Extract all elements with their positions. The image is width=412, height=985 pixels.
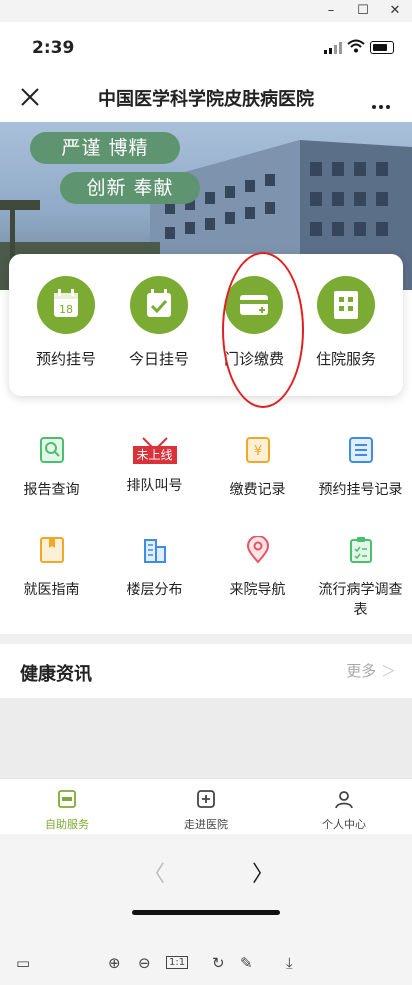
guide-book-icon <box>39 537 64 563</box>
wifi-icon <box>347 39 365 53</box>
news-more-label: 更多 <box>346 662 377 680</box>
close-window-icon[interactable]: ✕ <box>386 2 404 20</box>
medical-guide-button[interactable]: 就医指南 <box>0 536 103 600</box>
epidemiology-survey-button[interactable]: 流行病学调查表 <box>309 536 412 620</box>
report-query-button[interactable]: 报告查询 <box>0 436 103 500</box>
inpatient-service-button[interactable]: 住院服务 <box>301 276 391 369</box>
inpatient-service-label: 住院服务 <box>315 350 376 368</box>
zoom-out-icon[interactable]: ⊖ <box>138 954 151 972</box>
close-icon[interactable] <box>18 85 42 109</box>
svg-text:¥: ¥ <box>253 444 261 459</box>
news-content-area <box>0 698 412 778</box>
layout-icon[interactable]: ▭ <box>16 954 30 972</box>
tab-personal-center[interactable]: 个人中心 <box>294 789 394 832</box>
appointment-button[interactable]: 18 预约挂号 <box>21 276 111 369</box>
rotate-icon[interactable]: ↻ <box>212 954 225 972</box>
user-icon <box>335 791 353 809</box>
page-title: 中国医学科学院皮肤病医院 <box>98 89 314 110</box>
search-report-icon <box>39 437 64 463</box>
calendar-18-icon: 18 <box>37 276 95 334</box>
hospital-navigation-label: 来院导航 <box>229 582 286 598</box>
back-icon[interactable]: 〈 <box>143 856 165 888</box>
status-time: 2:39 <box>32 38 75 58</box>
epidemiology-survey-label: 流行病学调查表 <box>318 582 403 618</box>
today-register-button[interactable]: 今日挂号 <box>114 276 204 369</box>
payment-record-button[interactable]: ¥ 缴费记录 <box>206 436 309 500</box>
queue-call-label: 排队叫号 <box>126 478 183 494</box>
appointment-label: 预约挂号 <box>35 350 96 368</box>
floor-plan-button[interactable]: 楼层分布 <box>103 536 206 600</box>
news-more-link[interactable]: 更多 ＞ <box>346 660 396 681</box>
status-bar: 2:39 <box>0 22 412 72</box>
queue-call-button[interactable]: 未上线 排队叫号 <box>103 436 206 496</box>
slogan-1: 严谨 博精 <box>30 132 180 164</box>
zoom-in-icon[interactable]: ⊕ <box>108 954 121 972</box>
maximize-icon[interactable]: ☐ <box>354 2 372 20</box>
download-icon[interactable]: ⤓ <box>286 954 293 972</box>
forward-icon[interactable]: 〉 <box>252 856 274 888</box>
not-online-badge: 未上线 <box>132 446 177 464</box>
report-query-label: 报告查询 <box>23 482 80 498</box>
building-grid-icon <box>317 276 375 334</box>
appointment-record-button[interactable]: 预约挂号记录 <box>309 436 412 500</box>
slogan-2: 创新 奉献 <box>60 172 200 204</box>
browser-toolbar: 〈 〉 ▭ ⊕ ⊖ 1:1 ↻ ✎ ⤓ <box>0 834 412 985</box>
medical-guide-label: 就医指南 <box>23 582 80 598</box>
queue-icon: 未上线 <box>132 436 177 464</box>
news-section-title: 健康资讯 <box>20 664 92 685</box>
hospital-navigation-button[interactable]: 来院导航 <box>206 535 309 600</box>
pen-icon[interactable]: ✎ <box>240 954 253 972</box>
highlight-ring <box>222 252 304 408</box>
hospital-cross-icon <box>197 790 215 808</box>
tab-self-service-label: 自助服务 <box>45 818 89 831</box>
location-pin-icon <box>246 535 269 564</box>
quick-actions-card: 18 预约挂号 今日挂号 门诊缴费 住院服务 <box>9 254 403 396</box>
appointment-record-label: 预约挂号记录 <box>318 482 403 498</box>
home-indicator <box>132 910 280 915</box>
bottom-tab-bar: 自助服务 走进医院 个人中心 <box>0 778 412 835</box>
tab-about-hospital-label: 走进医院 <box>184 818 228 831</box>
signal-icon <box>324 42 342 54</box>
payment-record-label: 缴费记录 <box>229 482 286 498</box>
svg-text:18: 18 <box>59 303 73 316</box>
more-icon[interactable] <box>372 94 393 113</box>
chevron-right-icon: ＞ <box>380 662 396 680</box>
floor-building-icon <box>143 539 166 563</box>
today-register-label: 今日挂号 <box>128 350 189 368</box>
list-record-icon <box>348 437 373 463</box>
tab-self-service[interactable]: 自助服务 <box>17 789 117 832</box>
actual-size-button[interactable]: 1:1 <box>166 956 189 969</box>
tab-about-hospital[interactable]: 走进医院 <box>156 789 256 832</box>
section-divider <box>0 634 412 644</box>
phone-screen: 2:39 中国医学科学院皮肤病医院 严谨 博精 创新 奉献 18 预约挂号 今日… <box>0 22 412 985</box>
survey-clipboard-icon <box>349 537 372 563</box>
tab-personal-center-label: 个人中心 <box>322 818 366 831</box>
yen-record-icon: ¥ <box>245 437 270 463</box>
floor-plan-label: 楼层分布 <box>126 582 183 598</box>
self-service-icon <box>58 790 76 808</box>
calendar-check-icon <box>130 276 188 334</box>
window-titlebar: – ☐ ✕ <box>0 0 412 22</box>
minimize-icon[interactable]: – <box>322 2 340 20</box>
viewer-tools: ▭ ⊕ ⊖ 1:1 ↻ ✎ ⤓ <box>0 952 412 980</box>
nav-bar: 中国医学科学院皮肤病医院 <box>0 72 412 122</box>
battery-icon <box>370 41 394 54</box>
